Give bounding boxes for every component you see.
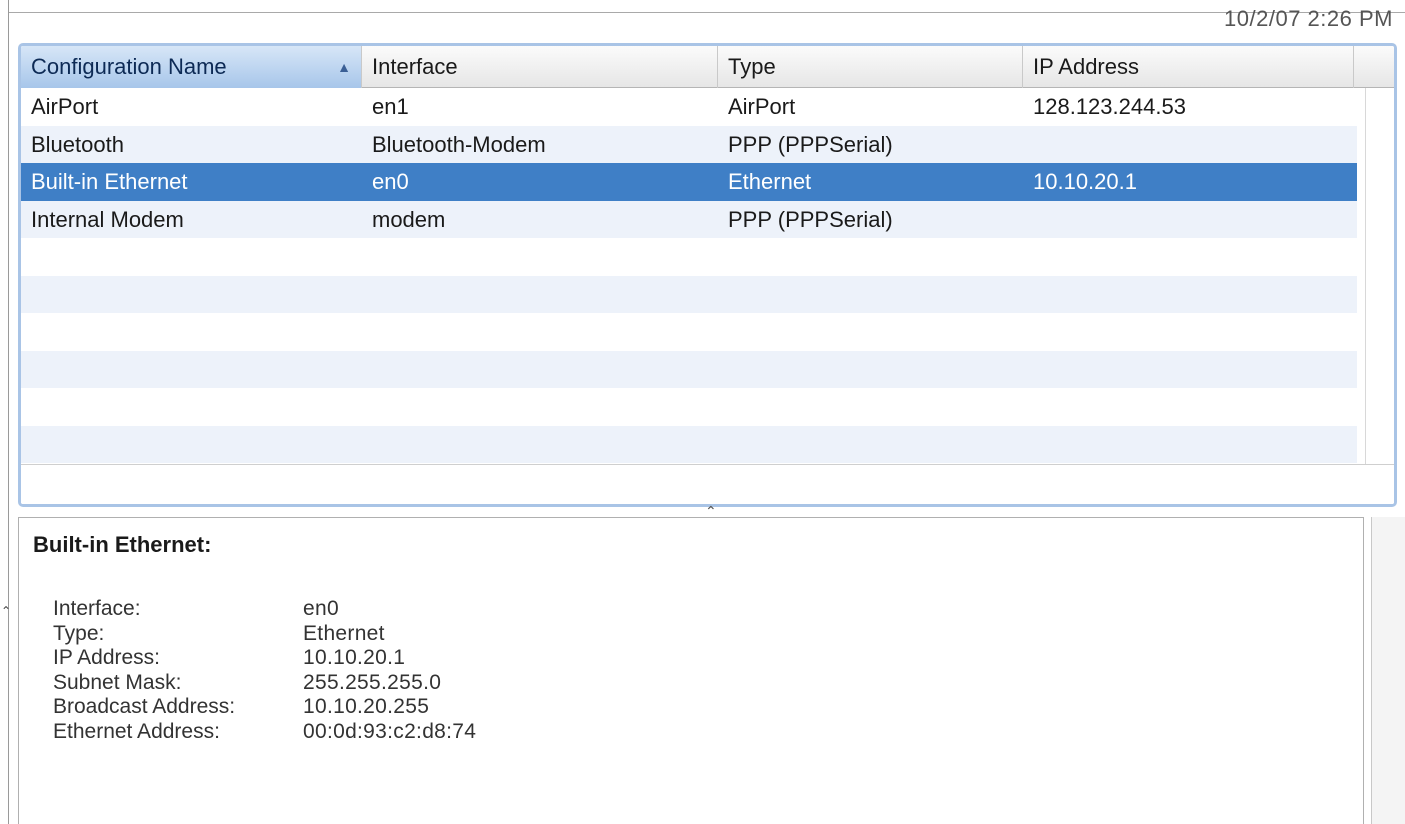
cell-configuration-name: Built-in Ethernet — [31, 169, 188, 194]
cell-type: PPP (PPPSerial) — [728, 131, 893, 157]
split-view-divider[interactable]: ⌃ — [18, 503, 1397, 519]
detail-field-label: Subnet Mask: — [53, 670, 182, 694]
detail-field-value: 00:0d:93:c2:d8:74 — [303, 719, 477, 743]
detail-field-label: Ethernet Address: — [53, 719, 220, 743]
cell-ip-address — [1023, 126, 1354, 164]
detail-field-label: Interface: — [53, 597, 141, 620]
cell-type: AirPort — [728, 94, 796, 119]
detail-field: Ethernet Address: 00:0d:93:c2:d8:74 — [53, 720, 476, 745]
cell-interface: Bluetooth-Modem — [372, 131, 546, 157]
cell-configuration-name: Bluetooth — [31, 131, 124, 157]
detail-field-label: Type: — [53, 621, 105, 645]
detail-pane: Built-in Ethernet: Interface: en0 Type: Eth… — [18, 517, 1364, 824]
cell-ip-address — [1023, 201, 1354, 239]
table-vertical-scrollbar[interactable] — [1365, 88, 1394, 464]
detail-field: Subnet Mask: 255.255.255.0 — [53, 671, 476, 696]
detail-field-value: en0 — [303, 597, 339, 620]
cell-interface: en1 — [372, 94, 409, 119]
detail-field-value: 10.10.20.1 — [303, 646, 406, 669]
column-header-spacer — [1354, 46, 1394, 88]
network-locations-table[interactable]: Configuration Name ▲ Interface Type IP A… — [18, 43, 1397, 507]
cell-ip-address: 10.10.20.1 — [1033, 169, 1137, 194]
table-body: AirPort en1 AirPort 128.123.244.53 Bluetooth… — [21, 88, 1357, 463]
table-row-selected[interactable]: Built-in Ethernet en0 Ethernet 10.10.20.1 — [21, 163, 1357, 201]
table-row[interactable]: AirPort en1 AirPort 128.123.244.53 — [21, 88, 1357, 126]
detail-field-value: 255.255.255.0 — [303, 670, 442, 694]
cell-ip-address: 128.123.244.53 — [1033, 94, 1186, 119]
detail-field-value: 10.10.20.255 — [303, 695, 430, 718]
table-row[interactable]: Internal Modem modem PPP (PPPSerial) — [21, 200, 1357, 239]
cell-type: Ethernet — [728, 169, 812, 194]
cell-interface: modem — [372, 206, 446, 232]
column-header-type[interactable]: Type — [718, 46, 1023, 88]
column-header-configuration-name[interactable]: Configuration Name ▲ — [21, 46, 362, 88]
table-footer-area — [21, 464, 1394, 504]
empty-table-row — [21, 275, 1357, 313]
empty-table-row — [21, 313, 1357, 351]
detail-vertical-scrollbar[interactable] — [1371, 517, 1405, 824]
detail-field-value: Ethernet — [303, 621, 385, 645]
detail-field-list: Interface: en0 Type: Ethernet IP Address: 10.… — [53, 597, 476, 744]
sort-ascending-icon: ▲ — [337, 59, 351, 75]
timestamp: 10/2/07 2:26 PM — [1224, 6, 1393, 31]
cell-type: PPP (PPPSerial) — [728, 206, 893, 232]
cell-interface: en0 — [372, 169, 409, 194]
empty-table-row — [21, 238, 1357, 276]
column-header-ip-address[interactable]: IP Address — [1023, 46, 1354, 88]
table-row[interactable]: Bluetooth Bluetooth-Modem PPP (PPPSerial) — [21, 125, 1357, 164]
window-top-edge — [9, 12, 1405, 13]
empty-table-row — [21, 425, 1357, 463]
detail-field-label: IP Address: — [53, 646, 161, 669]
empty-table-row — [21, 350, 1357, 388]
column-header-interface[interactable]: Interface — [362, 46, 718, 88]
detail-field: IP Address: 10.10.20.1 — [53, 646, 476, 671]
cell-configuration-name: Internal Modem — [31, 206, 184, 232]
detail-title: Built-in Ethernet: — [33, 532, 212, 557]
empty-table-row — [21, 388, 1357, 426]
detail-field: Broadcast Address: 10.10.20.255 — [53, 695, 476, 720]
detail-field: Type: Ethernet — [53, 622, 476, 647]
detail-field-label: Broadcast Address: — [53, 695, 236, 718]
table-header: Configuration Name ▲ Interface Type IP A… — [21, 46, 1394, 88]
cell-configuration-name: AirPort — [31, 94, 99, 119]
column-header-label: Configuration Name — [31, 54, 227, 79]
detail-field: Interface: en0 — [53, 597, 476, 622]
collapse-handle-icon[interactable]: ⌃ — [1, 604, 11, 618]
